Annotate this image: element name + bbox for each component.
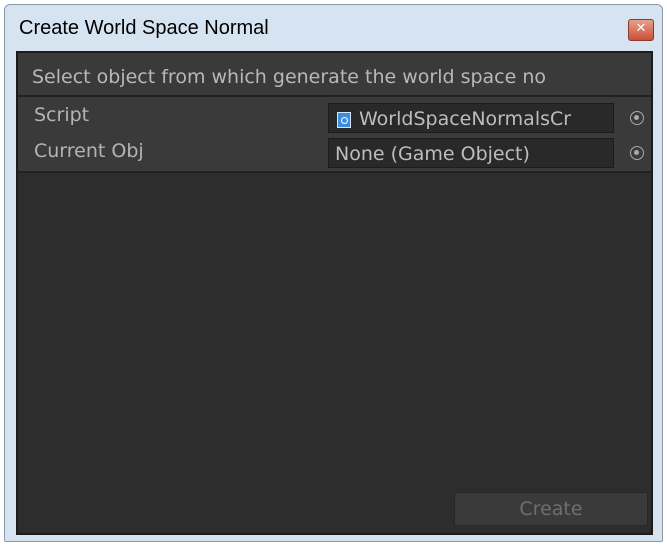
close-button[interactable]: ✕ [628, 19, 654, 41]
current-obj-picker-icon[interactable] [630, 146, 644, 160]
property-fields: Script WorldSpaceNormalsCr Current Obj N… [18, 97, 651, 173]
close-icon: ✕ [635, 21, 647, 36]
current-obj-label: Current Obj [34, 140, 144, 162]
script-icon [337, 112, 351, 128]
script-picker-icon[interactable] [630, 111, 644, 125]
editor-panel: Select object from which generate the wo… [16, 51, 653, 535]
script-label: Script [34, 104, 90, 126]
script-field[interactable]: WorldSpaceNormalsCr [328, 103, 614, 133]
window-title: Create World Space Normal [19, 17, 269, 39]
create-button[interactable]: Create [454, 492, 648, 526]
help-text: Select object from which generate the wo… [32, 66, 547, 88]
script-field-value: WorldSpaceNormalsCr [359, 108, 572, 130]
title-bar[interactable]: Create World Space Normal ✕ [5, 5, 662, 49]
current-obj-field-value: None (Game Object) [335, 143, 530, 165]
dialog-window: Create World Space Normal ✕ Select objec… [4, 4, 663, 542]
help-box: Select object from which generate the wo… [18, 53, 651, 97]
current-obj-field[interactable]: None (Game Object) [328, 138, 614, 168]
